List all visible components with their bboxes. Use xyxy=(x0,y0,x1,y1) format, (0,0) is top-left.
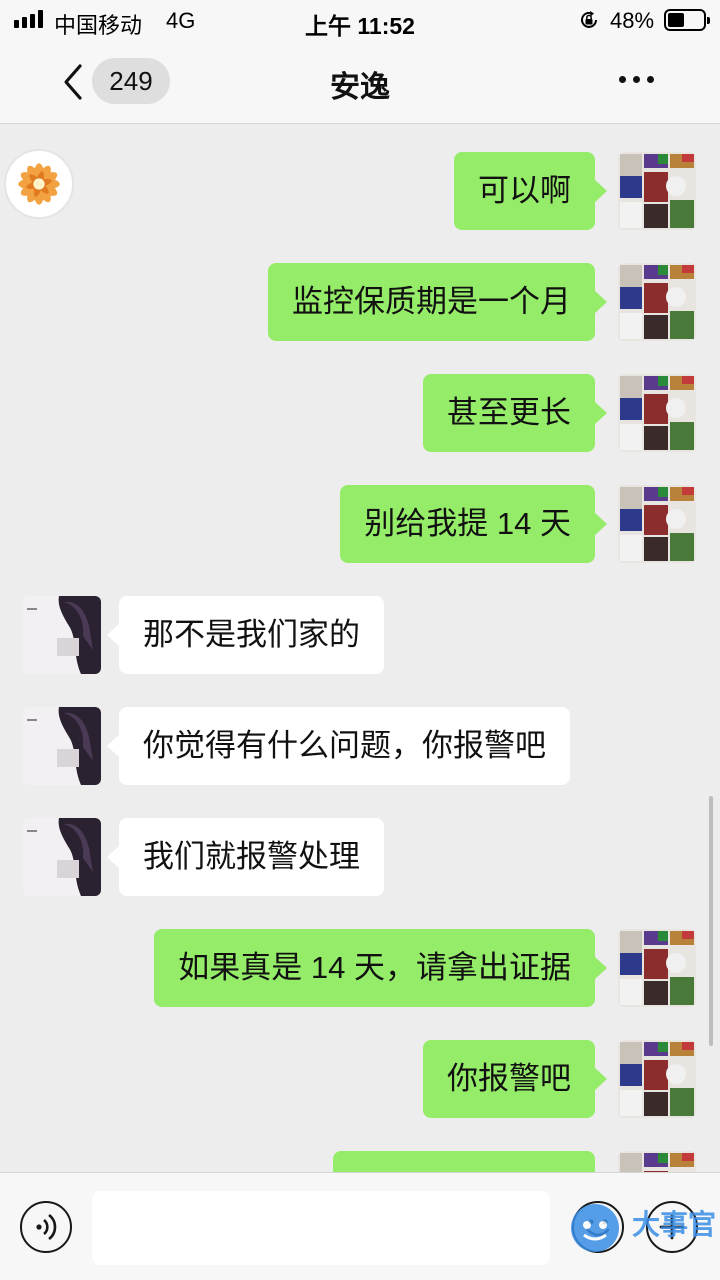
message-bubble[interactable]: 甚至更长 xyxy=(423,374,607,452)
message-bubble[interactable]: 你报警吧 xyxy=(423,1040,607,1118)
watermark-logo-icon xyxy=(571,1204,619,1252)
message-bubble[interactable]: 你觉得有什么问题，你报警吧 xyxy=(107,707,570,785)
message-bubble[interactable]: 我们就报警处理 xyxy=(107,818,384,896)
message-bubble[interactable]: 如果真是 14 天，请拿出证据 xyxy=(154,929,607,1007)
watermark-text: 大事官 xyxy=(632,1209,717,1240)
battery-icon xyxy=(664,9,710,31)
message-bubble[interactable] xyxy=(333,1151,595,1172)
message-input[interactable] xyxy=(92,1191,550,1265)
contact-avatar[interactable] xyxy=(23,707,101,785)
my-avatar[interactable] xyxy=(618,485,696,563)
contact-avatar[interactable] xyxy=(23,818,101,896)
scrollbar[interactable] xyxy=(709,796,713,1046)
message-bubble[interactable]: 别给我提 14 天 xyxy=(340,485,607,563)
nav-bar: 249 安逸 xyxy=(0,40,720,124)
message-bubble[interactable]: 监控保质期是一个月 xyxy=(268,263,607,341)
input-bar: 大事官 xyxy=(0,1172,720,1280)
my-avatar[interactable] xyxy=(618,263,696,341)
more-icon[interactable] xyxy=(616,76,656,86)
contact-avatar[interactable] xyxy=(23,596,101,674)
message-bubble[interactable]: 可以啊 xyxy=(454,152,607,230)
rotation-lock-icon xyxy=(581,11,597,28)
my-avatar[interactable] xyxy=(618,1151,696,1172)
voice-icon[interactable] xyxy=(20,1201,72,1253)
chat-message-list[interactable]: 可以啊 监控保质期是一个月 甚至更长 别给我提 14 天 那不是我们家的 你觉得… xyxy=(0,124,720,1172)
chat-title: 安逸 xyxy=(330,71,390,104)
battery-percent: 48% xyxy=(610,8,655,33)
my-avatar[interactable] xyxy=(618,1040,696,1118)
message-bubble[interactable]: 那不是我们家的 xyxy=(107,596,384,674)
floating-avatar[interactable] xyxy=(4,149,74,219)
my-avatar[interactable] xyxy=(618,929,696,1007)
my-avatar[interactable] xyxy=(618,374,696,452)
my-avatar[interactable] xyxy=(618,152,696,230)
status-bar: 中国移动 4G 上午 11:52 48% xyxy=(0,0,720,40)
